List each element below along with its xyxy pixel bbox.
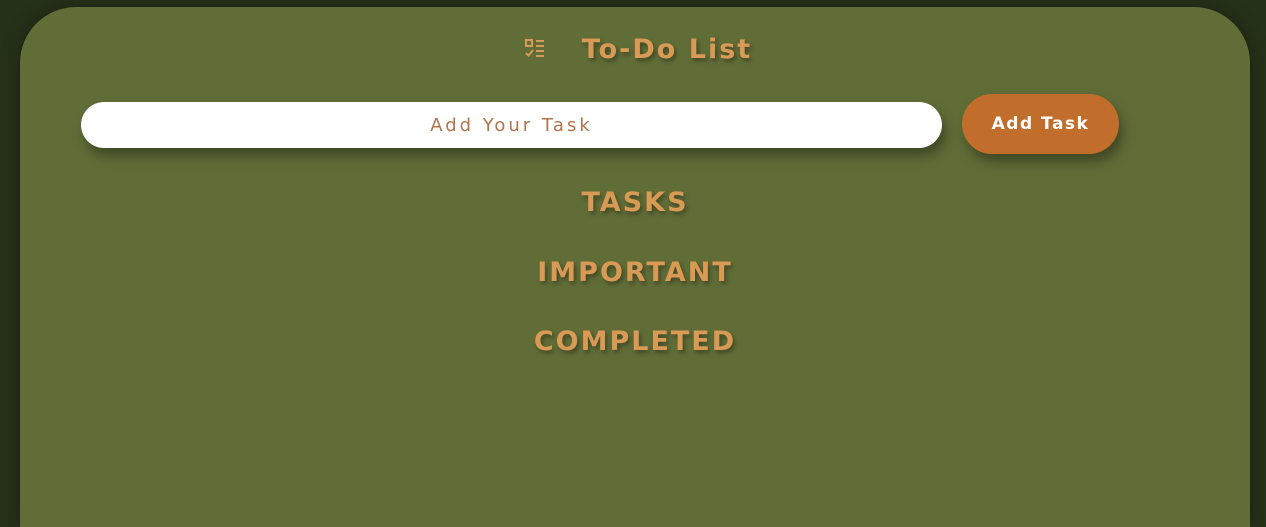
- important-section-heading: IMPORTANT: [537, 257, 733, 288]
- task-input[interactable]: [81, 102, 942, 148]
- todo-header: To-Do List: [20, 29, 1250, 69]
- completed-section-heading: COMPLETED: [533, 326, 737, 357]
- tasks-section-heading: TASKS: [581, 187, 689, 218]
- todo-card: To-Do List Add Task TASKS IMPORTANT COMP…: [20, 7, 1250, 527]
- add-task-button[interactable]: Add Task: [962, 94, 1119, 154]
- page-title: To-Do List: [581, 33, 753, 65]
- checklist-icon: [524, 38, 546, 60]
